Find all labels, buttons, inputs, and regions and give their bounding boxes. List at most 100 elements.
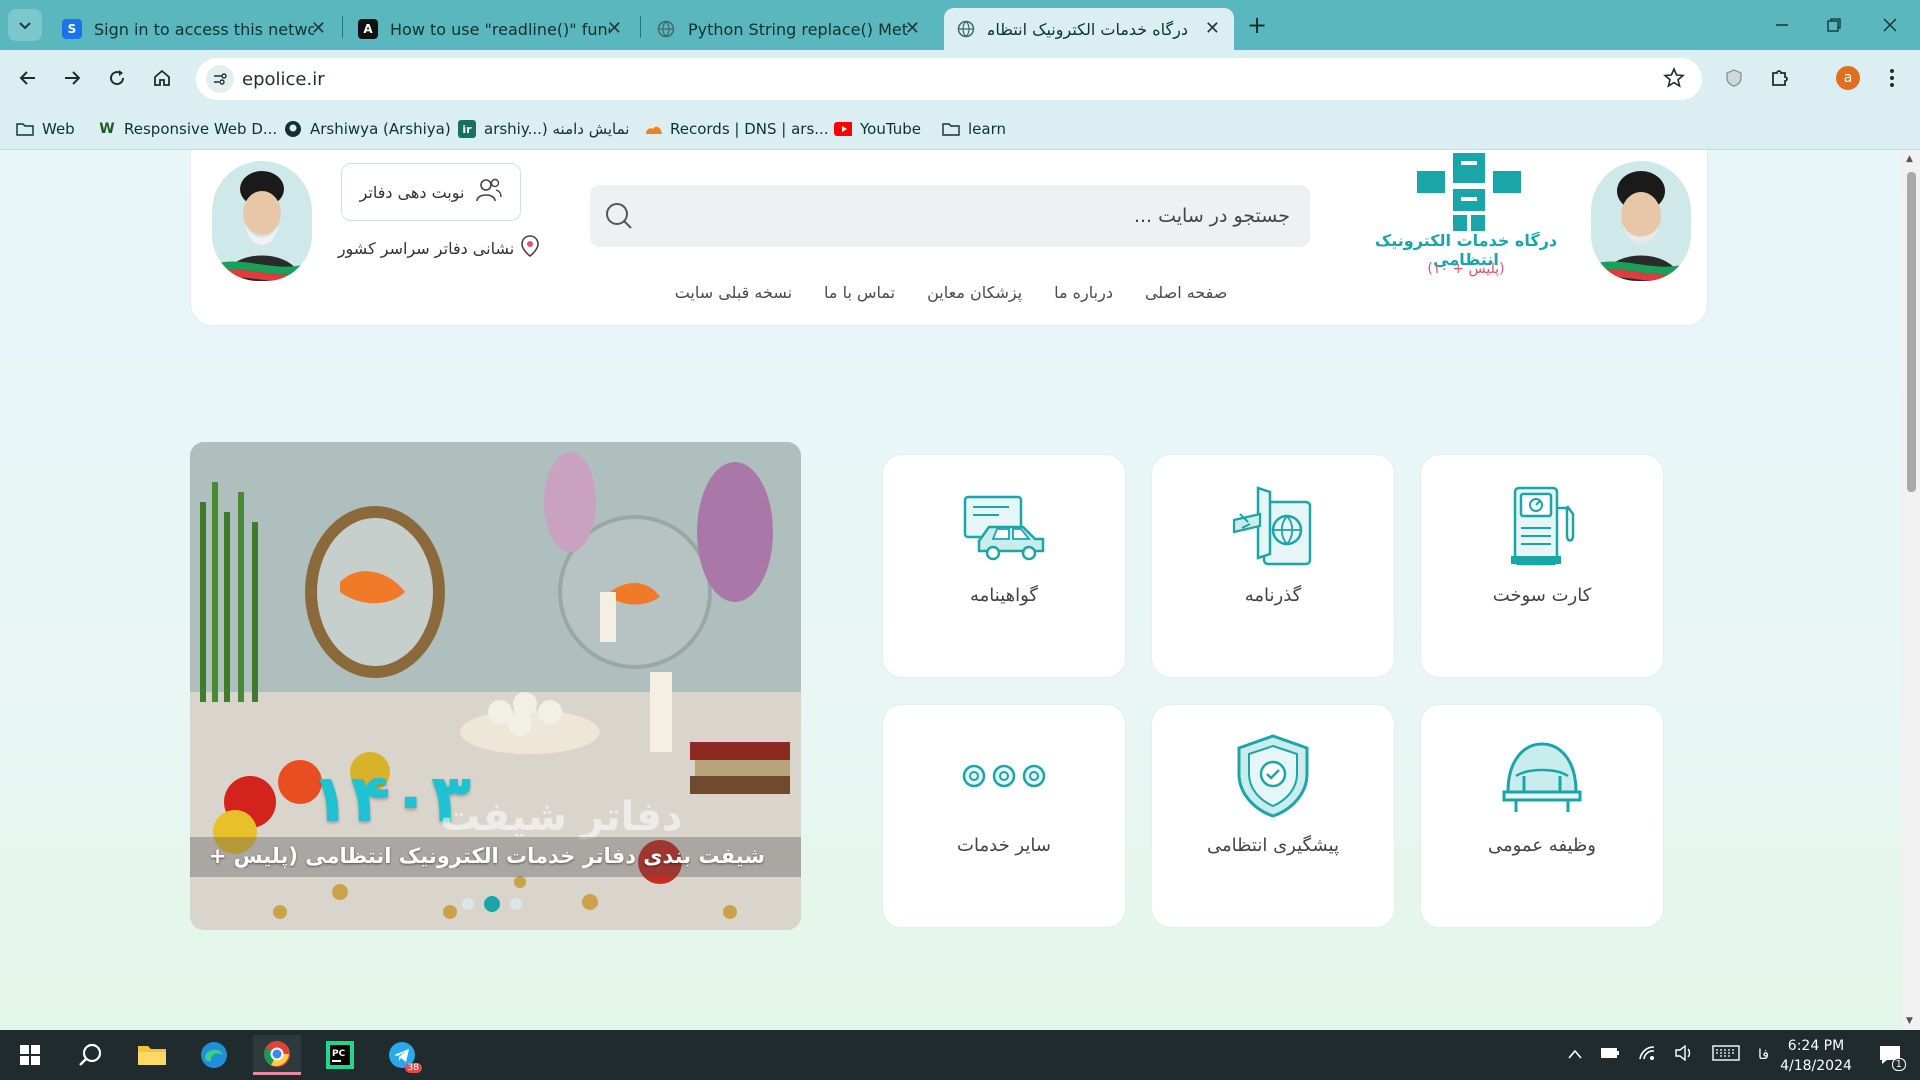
avatar: a: [1836, 66, 1860, 90]
tab-sign-in[interactable]: S Sign in to access this network ✕: [50, 8, 340, 50]
close-window-button[interactable]: [1870, 10, 1910, 40]
new-tab-button[interactable]: +: [1242, 10, 1272, 40]
nav-home[interactable]: صفحه اصلی: [1145, 283, 1227, 302]
pycharm-icon: PC: [326, 1041, 354, 1069]
address-bar[interactable]: epolice.ir: [196, 58, 1702, 100]
slider-caption[interactable]: شیفت بندی دفاتر خدمات الکترونیک انتظامی …: [205, 844, 765, 868]
bookmark-responsive-web[interactable]: W Responsive Web D...: [98, 117, 277, 141]
back-button[interactable]: [10, 60, 46, 96]
restore-button[interactable]: [1814, 10, 1854, 40]
helmet-icon: [1497, 731, 1587, 821]
windows-taskbar: PC 38 فا 6:24 PM 4/18/2024 1: [0, 1030, 1920, 1080]
reload-icon: [110, 70, 125, 86]
tab-search-button[interactable]: [8, 9, 42, 41]
forward-button[interactable]: [54, 60, 90, 96]
arrow-right-icon: [65, 71, 81, 85]
passport-icon: [1228, 481, 1318, 571]
wifi-icon[interactable]: [1638, 1045, 1656, 1065]
bookmark-web[interactable]: Web: [16, 117, 75, 141]
minimize-button[interactable]: [1762, 10, 1802, 40]
cloudflare-icon: [644, 120, 662, 138]
home-button[interactable]: [144, 60, 180, 96]
page-scrollbar[interactable]: ▲ ▼: [1902, 150, 1920, 1030]
keyboard-icon[interactable]: [1712, 1045, 1740, 1065]
police-logo: [1417, 153, 1521, 233]
offices-address-link[interactable]: نشانی دفاتر سراسر کشور: [329, 233, 549, 263]
close-icon[interactable]: ✕: [905, 18, 920, 39]
service-military-card[interactable]: وظیفه عمومی: [1420, 704, 1664, 928]
scroll-up-icon[interactable]: ▲: [1906, 154, 1913, 164]
bookmark-github[interactable]: Arshiwya (Arshiya): [284, 117, 451, 141]
chrome-icon: [264, 1040, 290, 1067]
file-explorer-button[interactable]: [128, 1035, 176, 1075]
tab-strip: S Sign in to access this network ✕ A How…: [0, 0, 1920, 50]
nav-contact[interactable]: تماس با ما: [824, 283, 895, 302]
profile-button[interactable]: a: [1830, 60, 1866, 96]
bookmark-learn[interactable]: learn: [942, 117, 1006, 141]
chevron-up-icon[interactable]: [1568, 1047, 1582, 1063]
service-label: سایر خدمات: [957, 835, 1051, 856]
bookmark-star-icon[interactable]: [1662, 66, 1686, 94]
service-prevention-card[interactable]: پیشگیری انتظامی: [1151, 704, 1395, 928]
appointment-button[interactable]: نوبت دهی دفاتر: [341, 163, 521, 221]
pycharm-button[interactable]: PC: [316, 1035, 364, 1075]
nav-old-site[interactable]: نسخه قبلی سایت: [675, 283, 792, 302]
close-icon[interactable]: ✕: [1205, 18, 1220, 39]
bookmark-label: Web: [42, 120, 75, 138]
bookmark-label: YouTube: [860, 120, 921, 138]
nav-about[interactable]: درباره ما: [1054, 283, 1113, 302]
tab-divider: [640, 16, 641, 38]
taskbar-search-button[interactable]: [66, 1035, 114, 1075]
notification-count: 1: [1891, 1058, 1906, 1071]
bookmark-youtube[interactable]: YouTube: [834, 117, 921, 141]
search-icon[interactable]: [604, 201, 634, 235]
close-icon[interactable]: ✕: [607, 18, 622, 39]
chrome-button[interactable]: [253, 1035, 301, 1075]
shield-check-icon: [1228, 731, 1318, 821]
bookmarks-bar: Web W Responsive Web D... Arshiwya (Arsh…: [0, 108, 1920, 150]
bookmark-label: Responsive Web D...: [124, 120, 278, 138]
ir-icon: ir: [458, 120, 476, 138]
service-license-card[interactable]: گواهینامه: [882, 454, 1126, 678]
battery-icon[interactable]: [1600, 1047, 1620, 1063]
arrow-left-icon: [19, 71, 35, 85]
news-slider[interactable]: ۱۴۰۳ دفاتر شیفت شیفت بندی دفاتر خدمات ال…: [190, 442, 801, 930]
slider-dot[interactable]: [510, 898, 522, 910]
start-button[interactable]: [6, 1035, 54, 1075]
scroll-down-icon[interactable]: ▼: [1906, 1016, 1913, 1026]
nav-doctors[interactable]: پزشکان معاین: [927, 283, 1022, 302]
menu-button[interactable]: [1874, 60, 1910, 96]
tab-title: How to use "readline()" functio: [390, 19, 610, 39]
extension-shield-button[interactable]: [1716, 60, 1752, 96]
puzzle-icon: [1772, 70, 1788, 86]
bookmark-dns-records[interactable]: Records | DNS | ars...: [644, 117, 829, 141]
reload-button[interactable]: [99, 60, 135, 96]
search-input[interactable]: [650, 185, 1290, 247]
globe-icon: [656, 19, 676, 39]
service-label: وظیفه عمومی: [1487, 835, 1597, 856]
w-icon: W: [99, 121, 115, 137]
url-text[interactable]: epolice.ir: [242, 69, 325, 90]
site-search[interactable]: [590, 185, 1310, 247]
web-page: درگاه خدمات الکترونیک انتظامی (پلیس + ۱۰…: [0, 150, 1902, 1030]
tab-python-replace[interactable]: Python String replace() Metho ✕: [644, 8, 934, 50]
service-fuel-card[interactable]: کارت سوخت: [1420, 454, 1664, 678]
telegram-button[interactable]: 38: [378, 1035, 426, 1075]
tab-readline[interactable]: A How to use "readline()" functio ✕: [346, 8, 636, 50]
service-other-card[interactable]: سایر خدمات: [882, 704, 1126, 928]
service-passport-card[interactable]: گذرنامه: [1151, 454, 1395, 678]
slider-dot-active[interactable]: [484, 896, 500, 912]
slider-dot[interactable]: [462, 898, 474, 910]
notifications-button[interactable]: 1: [1866, 1035, 1914, 1075]
home-icon: [154, 69, 170, 86]
tab-epolice[interactable]: درگاه خدمات الکترونیک انتظامی ✕: [944, 8, 1234, 50]
volume-icon[interactable]: [1674, 1044, 1694, 1065]
site-info-icon[interactable]: [206, 65, 234, 93]
taskbar-clock[interactable]: 6:24 PM 4/18/2024: [1766, 1036, 1866, 1076]
restore-icon: [1827, 18, 1841, 32]
extensions-button[interactable]: [1762, 60, 1798, 96]
bookmark-domain[interactable]: ir arshiy...) نمایش دامنه: [458, 117, 629, 141]
close-icon[interactable]: ✕: [311, 18, 326, 39]
scrollbar-thumb[interactable]: [1907, 172, 1916, 492]
edge-button[interactable]: [190, 1035, 238, 1075]
